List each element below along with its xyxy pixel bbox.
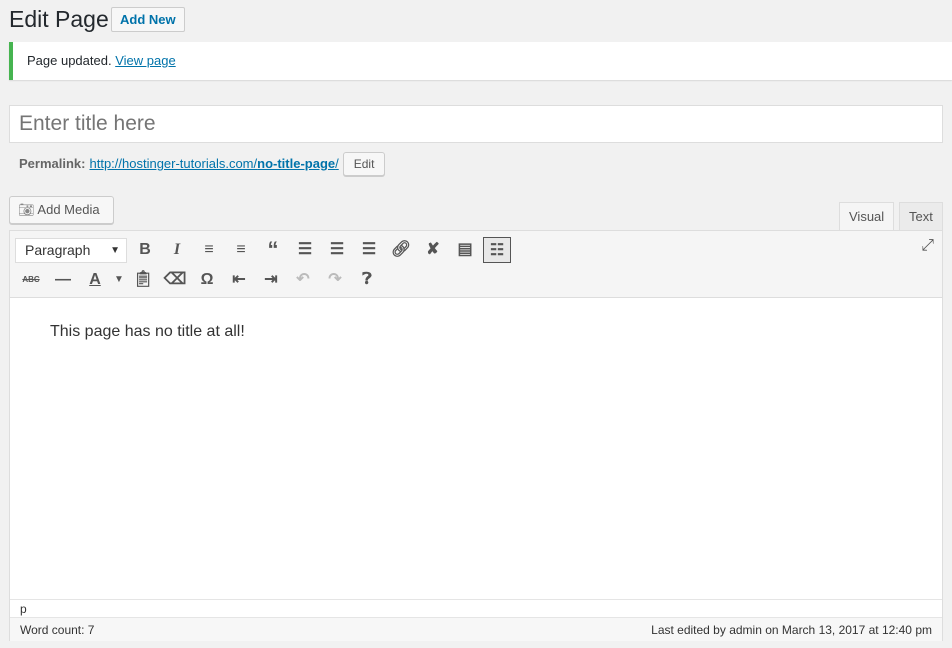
text-color-icon[interactable]: A (79, 267, 111, 293)
word-count: Word count: 7 (20, 618, 94, 641)
view-page-link[interactable]: View page (115, 53, 175, 68)
bullet-list-icon[interactable]: ≡ (193, 237, 225, 263)
permalink-label: Permalink: (19, 153, 85, 175)
add-new-button[interactable]: Add New (111, 7, 185, 32)
blockquote-icon[interactable]: “ (257, 237, 289, 263)
update-notice: Page updated. View page (9, 42, 952, 80)
horizontal-line-icon[interactable]: — (47, 267, 79, 293)
editor-content[interactable]: This page has no title at all! (50, 323, 245, 341)
strikethrough-icon[interactable]: ABC (15, 267, 47, 293)
title-input[interactable] (9, 105, 943, 143)
editor: Paragraph▼ B I ≡ ≡ “ ☰ ☰ ☰ 🔗︎ ✘ ▤ ☷ ⤢ AB… (9, 230, 943, 641)
media-icon: 📷︎ (18, 202, 35, 217)
fullscreen-icon[interactable]: ⤢ (921, 237, 934, 255)
special-character-icon[interactable]: Ω (191, 267, 223, 293)
page-title: Edit Page (9, 5, 109, 33)
align-left-icon[interactable]: ☰ (289, 237, 321, 263)
permalink: Permalink: http://hostinger-tutorials.co… (19, 152, 385, 176)
link-icon[interactable]: 🔗︎ (385, 237, 417, 263)
edit-permalink-button[interactable]: Edit (343, 152, 386, 176)
format-select[interactable]: Paragraph▼ (15, 238, 127, 263)
permalink-url[interactable]: http://hostinger-tutorials.com/no-title-… (89, 153, 338, 175)
add-media-button[interactable]: 📷︎ Add Media (9, 196, 114, 224)
outdent-icon[interactable]: ⇤ (223, 267, 255, 293)
italic-icon[interactable]: I (161, 237, 193, 263)
undo-icon[interactable]: ↶ (287, 267, 319, 293)
tab-visual[interactable]: Visual (839, 202, 894, 231)
clear-formatting-icon[interactable]: ⌫ (159, 267, 191, 293)
bold-icon[interactable]: B (129, 237, 161, 263)
indent-icon[interactable]: ⇥ (255, 267, 287, 293)
redo-icon[interactable]: ↷ (319, 267, 351, 293)
element-path: p (10, 599, 942, 617)
help-icon[interactable]: ❓︎ (351, 267, 383, 293)
paste-text-icon[interactable]: 📋︎ (127, 267, 159, 293)
toolbar-toggle-icon[interactable]: ☷ (483, 237, 511, 263)
read-more-icon[interactable]: ▤ (449, 237, 481, 263)
notice-text: Page updated. (27, 53, 112, 68)
text-color-dropdown-icon[interactable]: ▼ (111, 267, 127, 293)
unlink-icon[interactable]: ✘ (417, 237, 449, 263)
last-edited: Last edited by admin on March 13, 2017 a… (651, 618, 932, 641)
editor-toolbar: Paragraph▼ B I ≡ ≡ “ ☰ ☰ ☰ 🔗︎ ✘ ▤ ☷ ⤢ AB… (10, 231, 942, 298)
align-center-icon[interactable]: ☰ (321, 237, 353, 263)
tab-text[interactable]: Text (899, 202, 943, 231)
numbered-list-icon[interactable]: ≡ (225, 237, 257, 263)
status-bar: Word count: 7 Last edited by admin on Ma… (10, 617, 942, 641)
align-right-icon[interactable]: ☰ (353, 237, 385, 263)
